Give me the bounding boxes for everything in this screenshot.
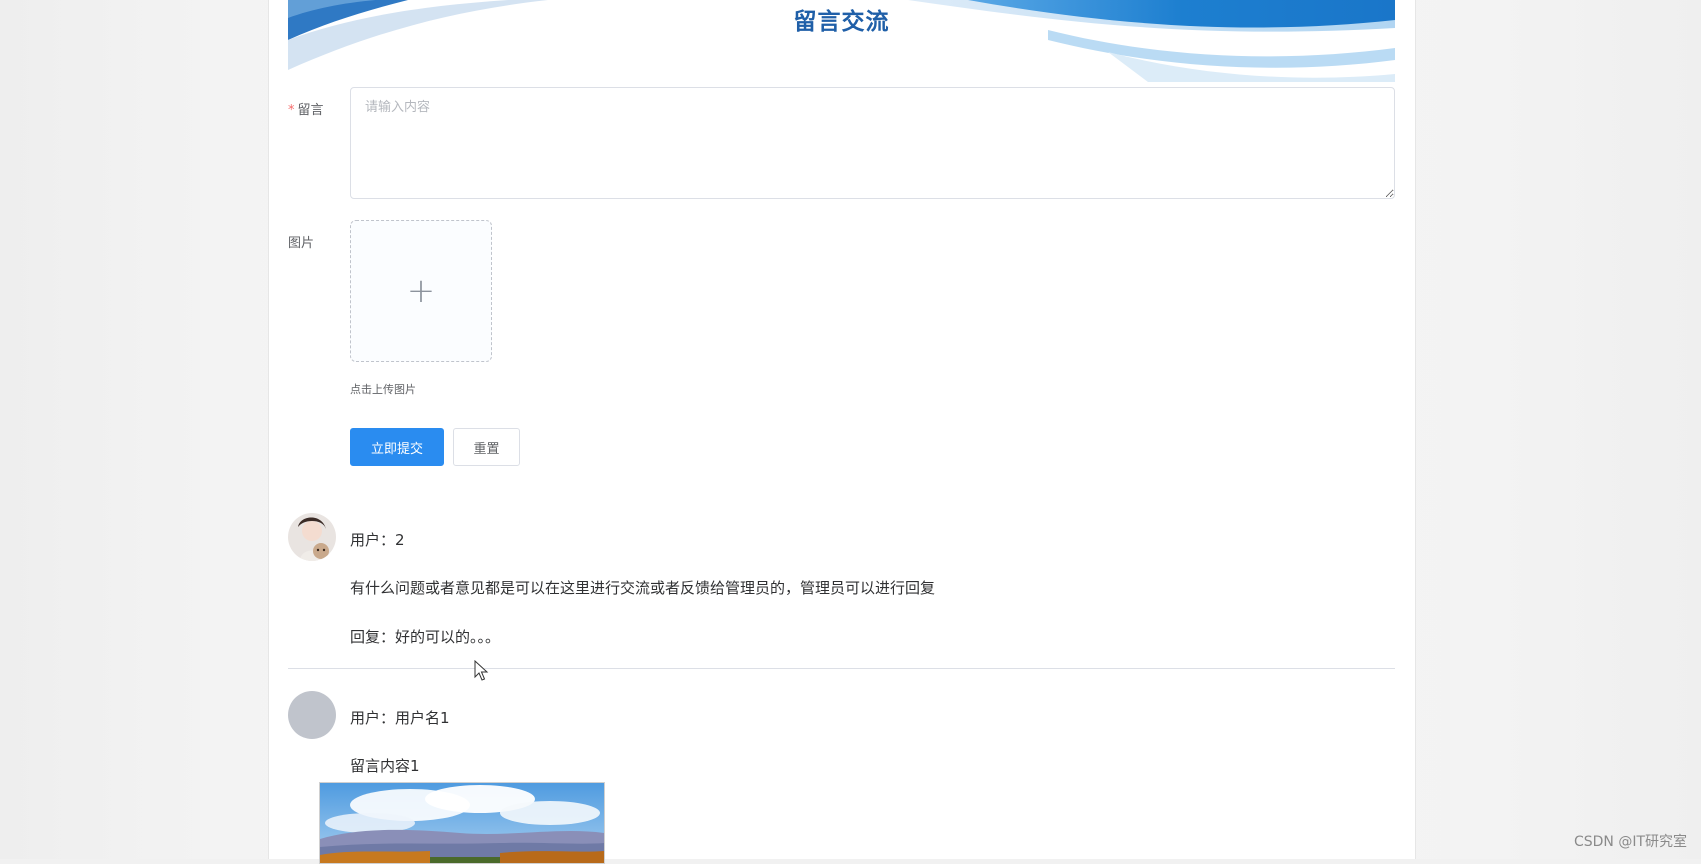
comment-content: 留言内容1 [350,757,420,775]
comment-content: 有什么问题或者意见都是可以在这里进行交流或者反馈给管理员的，管理员可以进行回复 [350,579,936,597]
comment-divider [288,668,1395,669]
image-label: 图片 [288,236,315,251]
avatar [288,691,336,739]
message-label-text: 留言 [297,103,324,118]
avatar [288,513,336,561]
comment-image [319,782,605,864]
landscape-image [320,783,604,863]
required-mark: * [288,103,295,118]
message-textarea[interactable] [350,87,1395,199]
avatar-photo [288,513,336,561]
page-title: 留言交流 [793,9,890,35]
image-upload-box[interactable]: + [350,220,492,362]
watermark: CSDN @IT研究室 [1573,834,1687,850]
submit-button[interactable]: 立即提交 [350,428,444,466]
mouse-cursor-icon [474,660,489,681]
comment-reply: 回复：好的可以的。。。 [350,628,501,646]
upload-tip: 点击上传图片 [350,383,416,396]
message-label: * 留言 [288,99,324,118]
comment-user: 用户：用户名1 [350,709,450,727]
reset-button[interactable]: 重置 [453,428,520,466]
comment-user: 用户：2 [350,531,405,549]
plus-icon: + [406,271,436,311]
message-board-panel: 留言交流 *留言 图片 + 点击上传图片 立即提交 重置 用户：2 有什么问题或… [268,0,1416,864]
banner: 留言交流 [288,0,1395,82]
